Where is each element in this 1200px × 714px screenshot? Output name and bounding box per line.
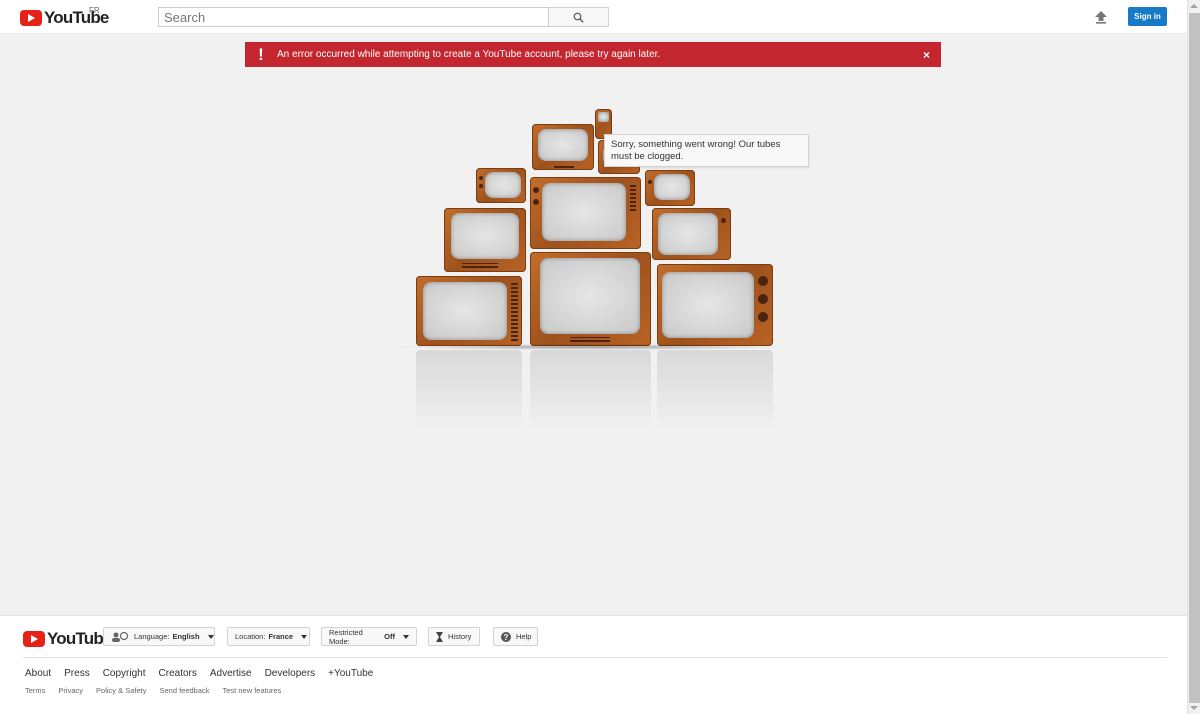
restricted-mode-button[interactable]: Restricted Mode: Off: [321, 627, 417, 646]
history-label: History: [448, 632, 472, 641]
footer-link-developers[interactable]: Developers: [265, 668, 316, 679]
search-bar: [158, 7, 609, 27]
location-picker-button[interactable]: Location: France: [227, 627, 310, 646]
footer-link-plus-youtube[interactable]: +YouTube: [328, 668, 373, 679]
footer-link-about[interactable]: About: [25, 668, 51, 679]
tv-icon: [530, 177, 641, 249]
help-icon: ?: [501, 631, 511, 642]
tv-icon: [416, 276, 522, 346]
help-label: Help: [516, 632, 532, 641]
tv-reflection: [416, 350, 522, 430]
scroll-down-arrow-icon[interactable]: [1190, 706, 1198, 710]
language-icon: [111, 631, 129, 642]
tv-icon: [532, 124, 594, 170]
restricted-mode-label: Restricted Mode:: [329, 627, 363, 646]
svg-text:?: ?: [504, 633, 509, 642]
chevron-down-icon: [207, 634, 214, 639]
tv-icon: [657, 264, 773, 346]
footer-link-policy-safety[interactable]: Policy & Safety: [96, 686, 146, 695]
footer-link-creators[interactable]: Creators: [159, 668, 197, 679]
youtube-play-icon: [20, 10, 42, 26]
language-value: English: [172, 632, 200, 641]
language-picker-button[interactable]: Language: English: [103, 627, 215, 646]
youtube-logo[interactable]: YouTube FR: [20, 6, 109, 28]
exclamation-icon: !: [258, 44, 264, 64]
scroll-up-arrow-icon[interactable]: [1190, 4, 1198, 8]
footer-link-test-new-features[interactable]: Test new features: [223, 686, 282, 695]
restricted-mode-value: Off: [384, 632, 395, 641]
tv-icon: [530, 252, 651, 346]
country-code: FR: [89, 6, 100, 15]
upload-icon[interactable]: [1093, 9, 1109, 25]
footer-link-copyright[interactable]: Copyright: [103, 668, 146, 679]
help-button[interactable]: ? Help: [493, 627, 538, 646]
hourglass-icon: [436, 631, 443, 642]
footer-logo-text: YouTube: [47, 629, 112, 648]
footer-primary-links: About Press Copyright Creators Advertise…: [25, 668, 373, 679]
footer-secondary-links: Terms Privacy Policy & Safety Send feedb…: [25, 686, 281, 695]
footer-link-send-feedback[interactable]: Send feedback: [159, 686, 209, 695]
footer-link-press[interactable]: Press: [64, 668, 90, 679]
footer-link-privacy[interactable]: Privacy: [58, 686, 83, 695]
location-label: Location:: [235, 632, 266, 641]
location-value: France: [268, 632, 294, 641]
alert-message: An error occurred while attempting to cr…: [277, 49, 661, 60]
footer-youtube-logo[interactable]: YouTube: [23, 629, 112, 649]
tv-icon: [476, 168, 526, 203]
history-button[interactable]: History: [428, 627, 480, 646]
footer-link-advertise[interactable]: Advertise: [210, 668, 252, 679]
tv-icon: [444, 208, 526, 272]
language-label: Language:: [134, 632, 170, 641]
masthead: YouTube FR Sign in: [0, 0, 1187, 34]
search-button[interactable]: [549, 7, 609, 27]
footer-divider: [23, 657, 1167, 658]
error-alert: ! An error occurred while attempting to …: [245, 42, 941, 67]
tv-reflection: [530, 350, 651, 430]
close-icon[interactable]: ×: [923, 48, 930, 62]
search-icon: [573, 12, 584, 23]
footer-link-terms[interactable]: Terms: [25, 686, 45, 695]
chevron-down-icon: [301, 634, 308, 639]
footer: YouTube Language: English Location: Fran…: [0, 615, 1187, 714]
chevron-down-icon: [403, 634, 409, 639]
search-input[interactable]: [158, 7, 549, 27]
youtube-play-icon: [23, 631, 45, 647]
page-scrollbar[interactable]: [1187, 0, 1200, 714]
error-speech-bubble: Sorry, something went wrong! Our tubes m…: [604, 134, 809, 167]
tv-icon: [652, 208, 731, 260]
sign-in-button[interactable]: Sign in: [1128, 7, 1167, 26]
tv-icon: [645, 170, 695, 206]
scrollbar-thumb[interactable]: [1189, 13, 1200, 703]
tv-reflection: [657, 350, 773, 430]
